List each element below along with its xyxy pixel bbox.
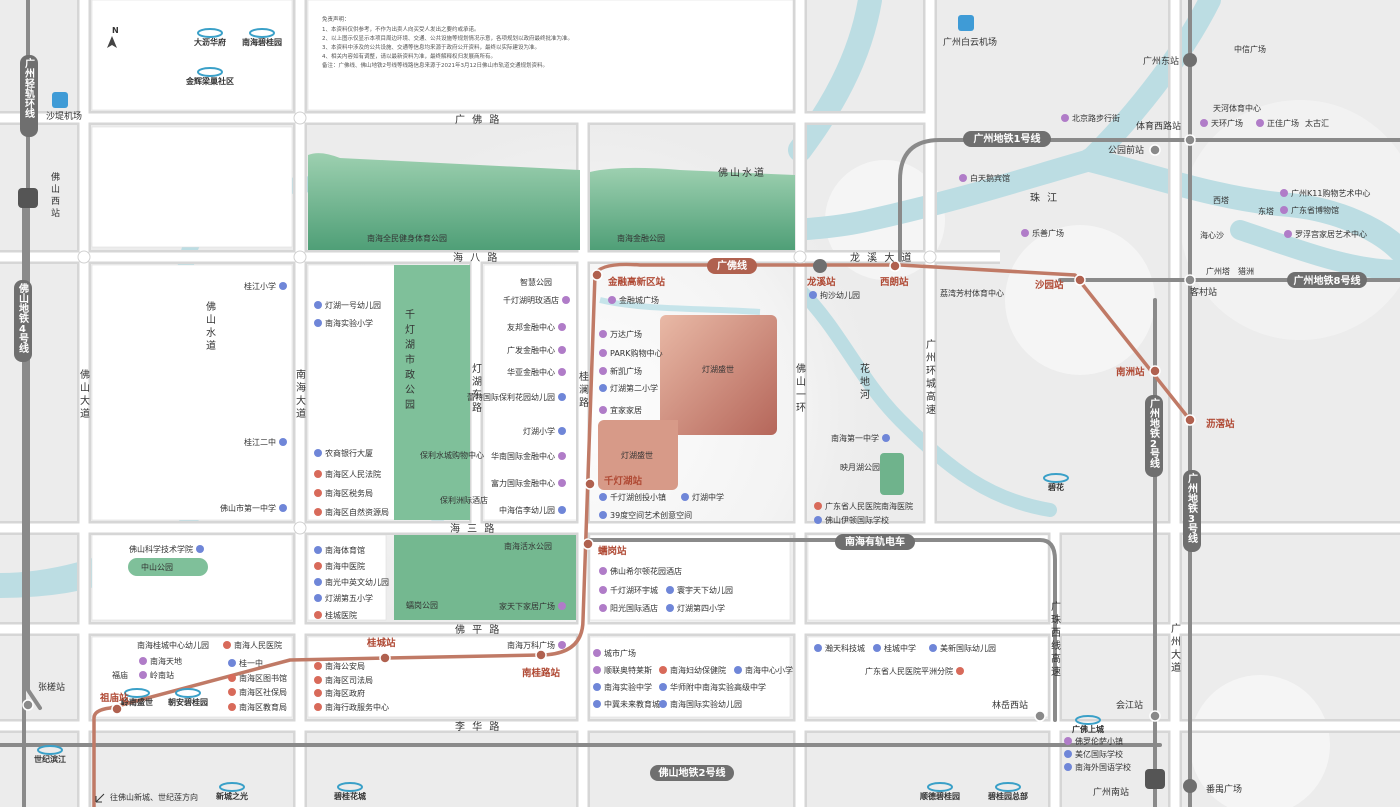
map-canvas[interactable]: 免责声明： 1、本资料仅供参考，不作为出卖人向买受人发出之要约或承诺。 2、以上图示… xyxy=(0,0,1400,807)
label-layer xyxy=(0,0,1400,807)
